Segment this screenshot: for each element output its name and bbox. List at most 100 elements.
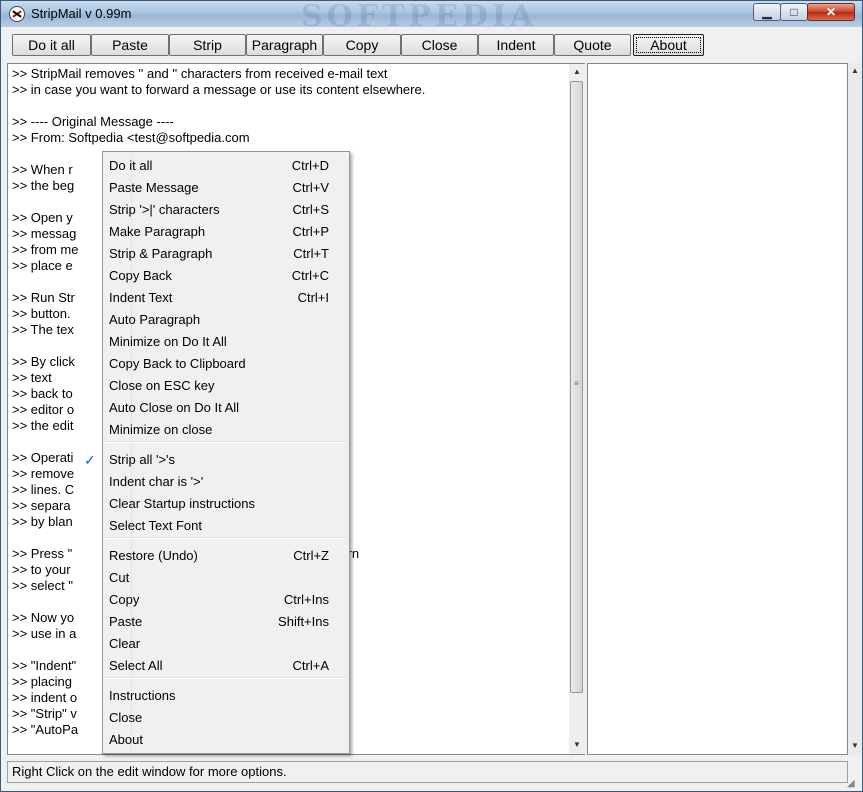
menu-item-label: Minimize on Do It All [109,334,227,349]
menu-item-label: Close [109,710,143,725]
menu-item[interactable]: Strip '>|' characters Ctrl+S [105,199,347,221]
menu-item[interactable]: Select Text Font [105,515,347,537]
menu-item-shortcut: Ctrl+P [292,224,329,239]
paragraph-button[interactable]: Paragraph [246,34,323,56]
context-menu: Do it all Ctrl+D Paste Message Ctrl+V Strip … [84,151,350,754]
menu-item-label: Clear Startup instructions [109,496,255,511]
menu-item-shortcut: Ctrl+T [293,246,329,261]
close-button[interactable]: Close [401,34,478,56]
menu-item-label: Select Text Font [109,518,202,533]
menu-item[interactable]: Select All Ctrl+A [105,655,347,677]
menu-item[interactable]: Cut [105,567,347,589]
menu-item-shortcut: Ctrl+A [292,658,329,673]
close-icon: ✕ [825,5,837,19]
menu-item-label: Copy Back [109,268,172,283]
title-bar[interactable]: StripMail v 0.99m SOFTPEDIA ▁ □ ✕ [1,0,862,34]
menu-item-label: Auto Close on Do It All [109,400,240,415]
menu-item[interactable]: Paste Shift+Ins [105,611,347,633]
quote-button[interactable]: Quote [554,34,631,56]
strip-button[interactable]: Strip [169,34,246,56]
indent-button[interactable]: Indent [478,34,554,56]
checkmark-icon: ✓ [84,452,96,468]
grip-icon: ≡ [574,379,579,388]
menu-item[interactable]: Copy Back Ctrl+C [105,265,347,287]
menu-item[interactable]: Auto Close on Do It All [105,397,347,419]
menu-item-label: Minimize on close [109,422,213,437]
menu-item-label: Paste [109,614,143,629]
menu-item[interactable]: Minimize on close [105,419,347,441]
menu-item[interactable]: About [105,729,347,751]
output-pane[interactable] [587,63,848,755]
menu-separator [105,537,347,539]
menu-item[interactable]: Instructions [105,685,347,707]
menu-item-label: Paste Message [109,180,199,195]
menu-item-shortcut: Ctrl+Ins [283,592,329,607]
menu-item-label: About [109,732,143,747]
menu-item-label: Do it all [109,158,153,173]
scroll-down-arrow-icon[interactable]: ▼ [569,737,585,753]
outer-scrollbar[interactable]: ▲ ▼ [848,63,862,755]
maximize-button[interactable]: □ [780,3,808,21]
menu-item[interactable]: Minimize on Do It All [105,331,347,353]
menu-item-shortcut: Shift+Ins [278,614,329,629]
menu-item-label: Indent char is '>' [109,474,204,489]
do-it-all-button[interactable]: Do it all [12,34,91,56]
copy-button[interactable]: Copy [323,34,401,56]
menu-item-label: Restore (Undo) [109,548,198,563]
menu-item[interactable]: Indent char is '>' [105,471,347,493]
menu-item[interactable]: Strip all '>'s ✓ [84,449,347,471]
menu-item-label: Copy Back to Clipboard [109,356,246,371]
scroll-thumb[interactable]: ≡ [570,81,583,693]
menu-item[interactable]: Make Paragraph Ctrl+P [105,221,347,243]
menu-item[interactable]: Copy Ctrl+Ins [105,589,347,611]
menu-item[interactable]: Indent Text Ctrl+I [105,287,347,309]
menu-item[interactable]: Clear [105,633,347,655]
minimize-button[interactable]: ▁ [753,3,781,21]
menu-item-label: Copy [109,592,140,607]
menu-item[interactable]: Close [105,707,347,729]
paste-button[interactable]: Paste [91,34,169,56]
resize-grip-icon[interactable]: ◢ [847,777,861,791]
watermark: SOFTPEDIA [301,0,538,34]
maximize-icon: □ [790,5,798,19]
menu-item-label: Instructions [109,688,176,703]
menu-item-label: Indent Text [109,290,173,305]
menu-item-label: Cut [109,570,130,585]
outer-scroll-up-arrow-icon[interactable]: ▲ [847,63,863,79]
menu-item-shortcut: Ctrl+D [291,158,329,173]
editor-line: >> in case you want to forward a message… [12,82,426,97]
editor-line: >> StripMail removes '' and '' character… [12,66,388,81]
editor-scrollbar[interactable]: ▲ ≡ ▼ [569,64,585,754]
menu-item[interactable]: Paste Message Ctrl+V [105,177,347,199]
menu-item-label: Close on ESC key [109,378,215,393]
menu-item-label: Strip '>|' characters [109,202,220,217]
menu-item[interactable]: Do it all Ctrl+D [105,155,347,177]
menu-item[interactable]: Clear Startup instructions [105,493,347,515]
menu-item[interactable]: Restore (Undo) Ctrl+Z [105,545,347,567]
menu-item-label: Make Paragraph [109,224,206,239]
minimize-icon: ▁ [762,5,772,19]
menu-item-shortcut: Ctrl+S [292,202,329,217]
status-bar: Right Click on the edit window for more … [7,761,848,783]
outer-scroll-down-arrow-icon[interactable]: ▼ [847,738,863,754]
menu-item-label: Auto Paragraph [109,312,201,327]
scroll-up-arrow-icon[interactable]: ▲ [569,64,585,80]
close-window-button[interactable]: ✕ [807,3,855,21]
app-icon[interactable] [9,6,25,22]
menu-item-shortcut: Ctrl+V [292,180,329,195]
menu-separator [105,441,347,443]
menu-item-label: Strip & Paragraph [109,246,213,261]
about-button[interactable]: About [633,34,704,56]
menu-item[interactable]: Copy Back to Clipboard [105,353,347,375]
menu-item-label: Select All [109,658,163,673]
menu-item[interactable]: Strip & Paragraph Ctrl+T [105,243,347,265]
menu-item-shortcut: Ctrl+I [297,290,329,305]
menu-item[interactable]: Auto Paragraph [105,309,347,331]
menu-separator [105,677,347,679]
menu-item[interactable]: Close on ESC key [105,375,347,397]
window-title: StripMail v 0.99m [31,6,132,21]
editor-line: >> From: Softpedia <test@softpedia.com [12,130,250,145]
editor-line: >> ---- Original Message ---- [12,114,174,129]
menu-item-label: Strip all '>'s [109,452,176,467]
